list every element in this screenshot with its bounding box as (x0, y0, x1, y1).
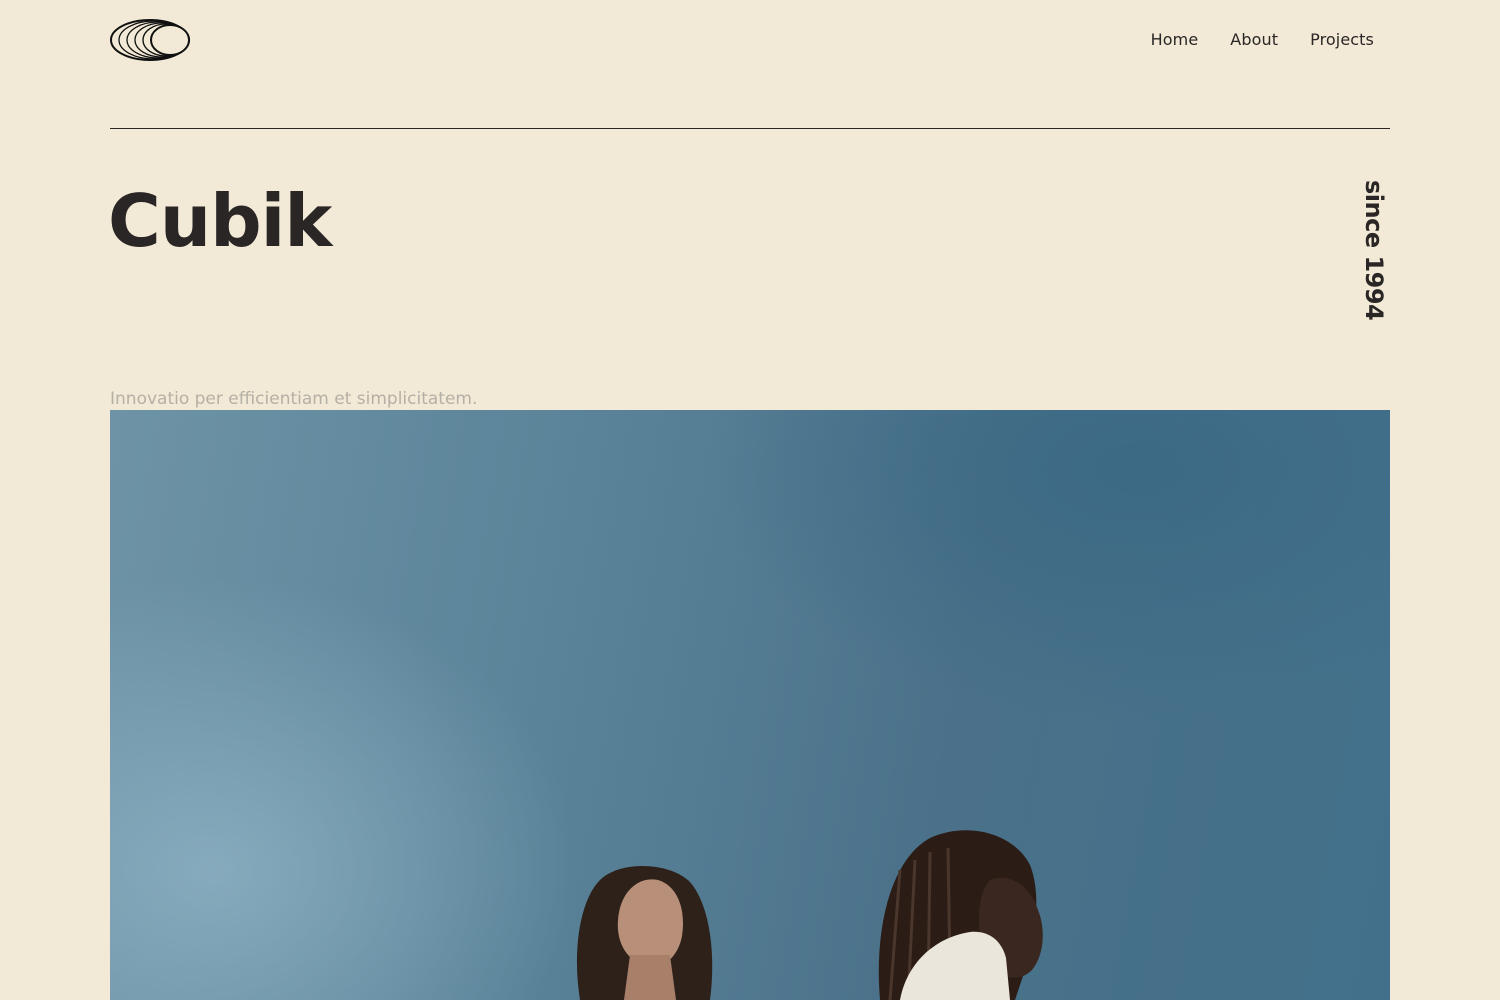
tagline: Innovatio per efficientiam et simplicita… (110, 389, 478, 409)
nav-home-link[interactable]: Home (1151, 30, 1199, 49)
main-nav: Home About Projects (1151, 30, 1374, 49)
hero-photo (110, 410, 1390, 1000)
brand-title: Cubik (108, 179, 332, 263)
nav-projects-link[interactable]: Projects (1310, 30, 1374, 49)
two-women-photo-illustration (576, 830, 1043, 1000)
nav-about-link[interactable]: About (1230, 30, 1278, 49)
header-divider (110, 128, 1390, 129)
logo-icon[interactable] (110, 18, 190, 62)
since-label: since 1994 (1360, 180, 1388, 321)
